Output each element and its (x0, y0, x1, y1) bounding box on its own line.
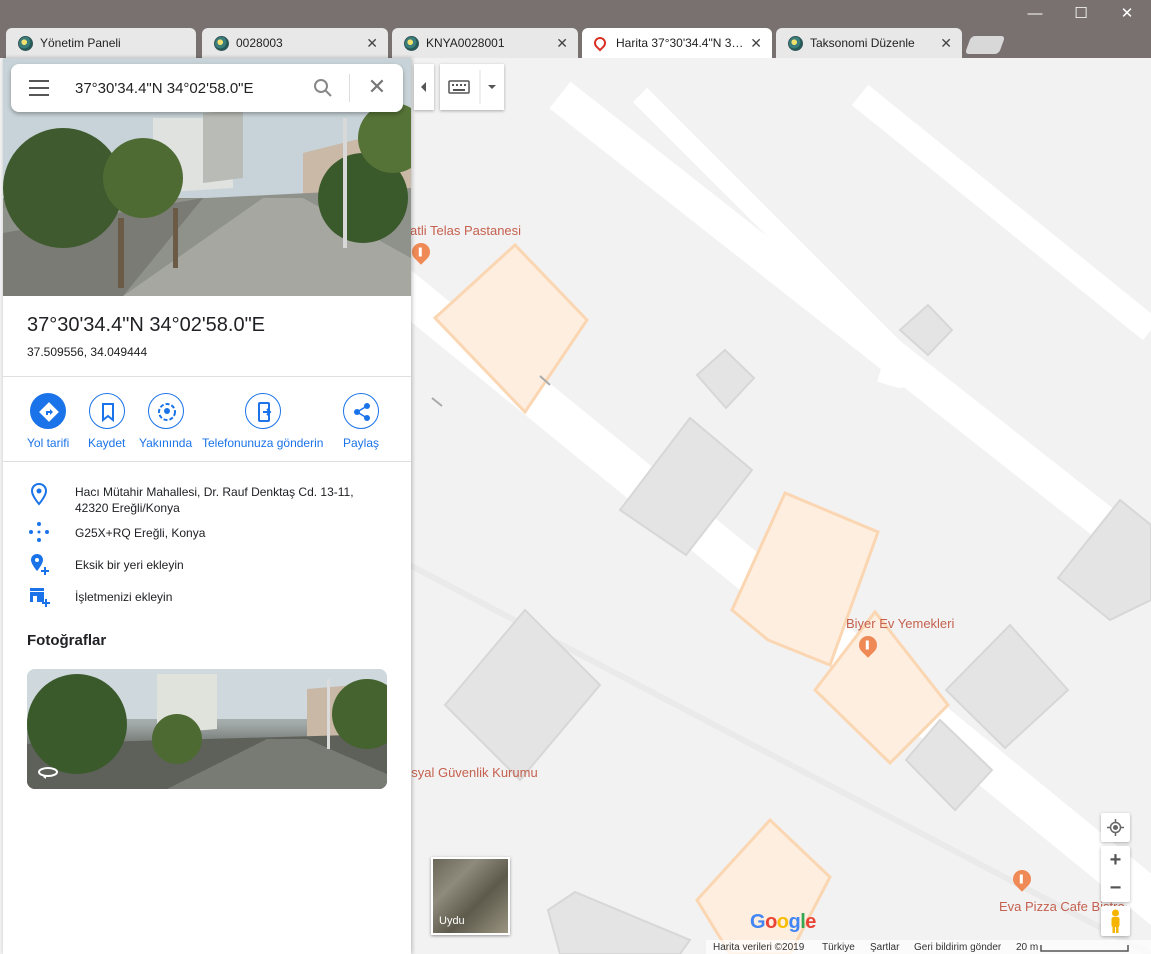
poi-label-social-security[interactable]: osyal Güvenlik Kurumu (404, 765, 538, 780)
pegman-icon (1111, 909, 1120, 933)
zoom-control: + − (1101, 846, 1130, 902)
tab-harita[interactable]: Harita 37°30'34.4"N 3… ✕ (582, 28, 772, 58)
tab-yonetim-paneli[interactable]: Yönetim Paneli (6, 28, 196, 58)
zoom-in-button[interactable]: + (1101, 846, 1130, 874)
site-favicon-icon (404, 36, 419, 51)
my-location-button[interactable] (1101, 813, 1130, 842)
directions-button[interactable]: Yol tarifi (27, 393, 69, 450)
tab-label: Taksonomi Düzenle (810, 36, 915, 50)
close-window-button[interactable]: ✕ (1104, 2, 1150, 26)
poi-label-restaurant[interactable]: Biyer Ev Yemekleri (846, 616, 954, 631)
site-favicon-icon (214, 36, 229, 51)
street-photo-image (27, 669, 387, 789)
search-icon[interactable] (313, 78, 333, 98)
satellite-layer-toggle[interactable]: Uydu (431, 857, 510, 935)
divider (3, 376, 411, 377)
tab-0028003[interactable]: 0028003 ✕ (202, 28, 388, 58)
tab-close-icon[interactable]: ✕ (750, 28, 762, 58)
add-business-icon (30, 588, 50, 607)
add-business-text: İşletmenizi ekleyin (75, 590, 173, 604)
action-label: Paylaş (343, 436, 380, 450)
scale-bar (1040, 945, 1129, 952)
photos-heading: Fotoğraflar (27, 632, 107, 649)
add-missing-place-text: Eksik bir yeri ekleyin (75, 558, 184, 572)
poi-label-bakery[interactable]: atli Telas Pastanesi (410, 223, 521, 238)
divider (3, 461, 411, 462)
action-label: Kaydet (88, 436, 126, 450)
place-title: 37°30'34.4"N 34°02'58.0"E (27, 314, 266, 336)
minimize-button[interactable]: — (1012, 2, 1058, 26)
map-data-attribution: Harita verileri ©2019 (713, 942, 805, 953)
plus-code-text: G25X+RQ Ereğli, Konya (75, 526, 206, 540)
tab-close-icon[interactable]: ✕ (940, 28, 952, 58)
action-label: Telefonunuza gönderin (202, 436, 324, 450)
feedback-link[interactable]: Geri bildirim gönder (914, 942, 1001, 953)
country-link[interactable]: Türkiye (822, 942, 855, 953)
map-footer: Harita verileri ©2019 Türkiye Şartlar Ge… (706, 940, 1151, 954)
tab-close-icon[interactable]: ✕ (366, 28, 378, 58)
browser-titlebar: — ☐ ✕ Yönetim Paneli 0028003 ✕ KNYA00280… (0, 0, 1151, 58)
scale-label[interactable]: 20 m (1016, 942, 1038, 953)
save-button[interactable]: Kaydet (88, 393, 125, 450)
maximize-button[interactable]: ☐ (1058, 2, 1104, 26)
keyboard-icon (448, 70, 496, 104)
input-tools-button[interactable] (440, 64, 504, 110)
share-button[interactable]: Paylaş (343, 393, 379, 450)
photo-thumbnail[interactable] (27, 669, 387, 789)
send-to-phone-icon (257, 402, 272, 422)
plus-code-icon (29, 522, 49, 542)
collapse-panel-button[interactable] (414, 64, 434, 110)
new-tab-button[interactable] (964, 36, 1006, 54)
tab-label: KNYA0028001 (426, 36, 505, 50)
360-view-icon (38, 767, 58, 779)
google-logo: Google (750, 911, 816, 933)
map-pin-favicon-icon (591, 34, 609, 52)
tab-label: Yönetim Paneli (40, 36, 121, 50)
address-line-2: 42320 Ereğli/Konya (75, 501, 180, 515)
tab-knya0028001[interactable]: KNYA0028001 ✕ (392, 28, 578, 58)
crosshair-icon (1107, 819, 1124, 836)
site-favicon-icon (18, 36, 33, 51)
hamburger-menu-icon[interactable] (29, 80, 49, 96)
tab-close-icon[interactable]: ✕ (556, 28, 568, 58)
place-decimal-coordinates: 37.509556, 34.049444 (27, 345, 148, 359)
close-icon[interactable]: ✕ (367, 76, 387, 98)
tab-label: 0028003 (236, 36, 283, 50)
search-box: ✕ (11, 64, 403, 112)
terms-link[interactable]: Şartlar (870, 942, 899, 953)
location-pin-icon (30, 482, 48, 506)
zoom-out-button[interactable]: − (1101, 874, 1130, 902)
tab-label: Harita 37°30'34.4"N 3… (616, 36, 744, 50)
send-to-phone-button[interactable]: Telefonunuza gönderin (202, 393, 323, 450)
street-view-pegman[interactable] (1101, 906, 1130, 936)
share-icon (354, 403, 371, 421)
chevron-left-icon (421, 82, 426, 92)
bookmark-icon (101, 403, 114, 423)
tab-taksonomi[interactable]: Taksonomi Düzenle ✕ (776, 28, 962, 58)
site-favicon-icon (788, 36, 803, 51)
search-input[interactable] (75, 74, 295, 102)
nearby-icon (157, 403, 176, 421)
add-location-icon (31, 554, 49, 575)
nearby-button[interactable]: Yakınında (139, 393, 192, 450)
search-divider (349, 74, 350, 102)
directions-icon (39, 402, 60, 422)
action-label: Yol tarifi (27, 436, 70, 450)
place-panel: ✕ 37°30'34.4"N 34°02'58.0"E 37.509556, 3… (3, 58, 411, 954)
satellite-label: Uydu (439, 915, 465, 927)
action-label: Yakınında (139, 436, 193, 450)
address-line-1: Hacı Mütahir Mahallesi, Dr. Rauf Denktaş… (75, 485, 354, 499)
